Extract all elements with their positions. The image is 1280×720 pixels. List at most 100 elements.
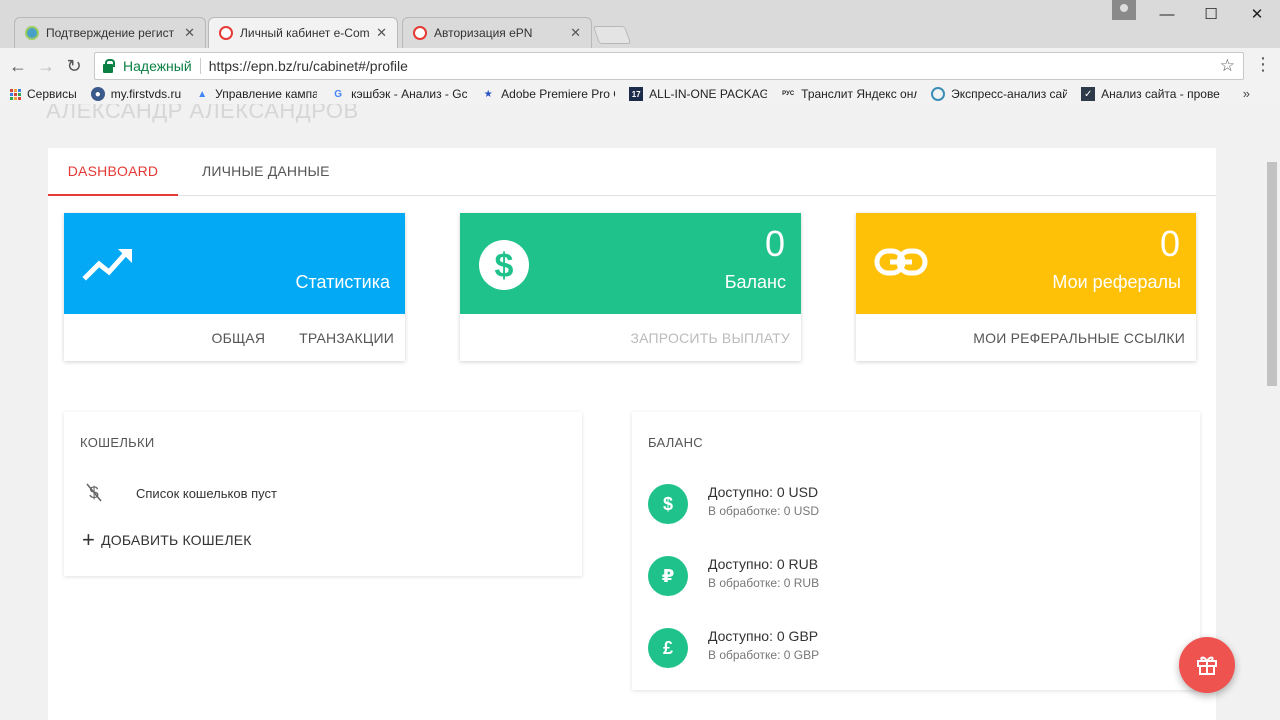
statistics-card: Статистика ОБЩАЯ ТРАНЗАКЦИИ <box>64 213 405 361</box>
balance-actions: ЗАПРОСИТЬ ВЫПЛАТУ <box>460 314 801 361</box>
dollar-icon: $ <box>648 484 688 524</box>
statistics-actions: ОБЩАЯ ТРАНЗАКЦИИ <box>64 314 405 361</box>
bookmark-label: Adobe Premiere Pro C <box>501 87 616 101</box>
minimize-button[interactable]: — <box>1144 4 1190 26</box>
user-name-heading: АЛЕКСАНДР АЛЕКСАНДРОВ <box>46 104 359 123</box>
balance-card: $ 0 Баланс ЗАПРОСИТЬ ВЫПЛАТУ <box>460 213 801 361</box>
statistics-header[interactable]: Статистика <box>64 213 405 314</box>
available-amount: Доступно: 0 USD <box>708 484 819 500</box>
trending-up-icon <box>82 249 132 281</box>
apps-icon <box>10 88 21 100</box>
no-money-icon: $ <box>86 483 102 502</box>
bookmark-firstvds[interactable]: ● my.firstvds.ru <box>90 87 182 101</box>
bookmark-label: ALL-IN-ONE PACKAGE <box>649 87 768 101</box>
secure-label: Надежный <box>123 58 192 74</box>
browser-toolbar: ← → ↻ Надежный https://epn.bz/ru/cabinet… <box>0 48 1280 84</box>
statistics-label: Статистика <box>295 272 390 292</box>
profile-tabs: DASHBOARD ЛИЧНЫЕ ДАННЫЕ <box>48 148 1216 196</box>
bookmarks-more-icon[interactable]: » <box>1243 86 1250 101</box>
dollar-circle-icon: $ <box>479 240 529 290</box>
ruble-icon: ₽ <box>648 556 688 596</box>
wallets-empty-text: Список кошельков пуст <box>136 486 277 501</box>
new-tab-button[interactable] <box>592 26 632 44</box>
pound-icon: £ <box>648 628 688 668</box>
google-icon: G <box>334 88 343 100</box>
plus-icon: + <box>82 527 96 552</box>
bookmark-adwords[interactable]: ▲ Управление кампани <box>195 87 317 101</box>
referrals-label: Мои рефералы <box>1052 272 1181 292</box>
add-wallet-button[interactable]: + ДОБАВИТЬ КОШЕЛЕК <box>82 527 252 552</box>
bookmark-label: Транслит Яндекс онл <box>801 87 918 101</box>
browser-menu-icon[interactable]: ⋮ <box>1254 54 1272 75</box>
browser-tab-confirm[interactable]: Подтверждение регист ✕ <box>14 17 206 48</box>
gift-button[interactable] <box>1179 637 1235 693</box>
tab-title: Личный кабинет e-Com <box>240 26 370 40</box>
balance-row-rub: ₽ Доступно: 0 RUB В обработке: 0 RUB <box>648 556 819 596</box>
analysis-icon <box>931 87 946 101</box>
bookmark-google[interactable]: G кэшбэк - Анализ - Gc <box>331 87 467 101</box>
balance-row-gbp: £ Доступно: 0 GBP В обработке: 0 GBP <box>648 628 819 668</box>
calendar-icon: 17 <box>629 87 644 101</box>
tab-close-icon[interactable]: ✕ <box>376 25 387 41</box>
referral-links-link[interactable]: МОИ РЕФЕРАЛЬНЫЕ ССЫЛКИ <box>973 330 1185 346</box>
close-window-button[interactable]: ✕ <box>1234 4 1280 26</box>
site-favicon-icon <box>25 26 39 40</box>
gift-icon <box>1197 656 1217 675</box>
tab-dashboard[interactable]: DASHBOARD <box>48 148 178 196</box>
profile-icon[interactable] <box>1112 0 1136 20</box>
bookmark-translit[interactable]: РУС Транслит Яндекс онл <box>781 87 917 101</box>
balance-value: 0 <box>764 223 785 264</box>
add-wallet-label: ДОБАВИТЬ КОШЕЛЕК <box>101 532 252 548</box>
bookmark-label: Анализ сайта - прове <box>1101 87 1220 101</box>
scrollbar-thumb[interactable] <box>1267 162 1277 386</box>
tab-close-icon[interactable]: ✕ <box>570 25 581 41</box>
request-payout-button[interactable]: ЗАПРОСИТЬ ВЫПЛАТУ <box>631 330 791 346</box>
balance-panel: БАЛАНС $ Доступно: 0 USD В обработке: 0 … <box>632 412 1200 690</box>
tab-personal-data[interactable]: ЛИЧНЫЕ ДАННЫЕ <box>202 148 330 196</box>
url-text: https://epn.bz/ru/cabinet#/profile <box>208 58 408 74</box>
referrals-actions: МОИ РЕФЕРАЛЬНЫЕ ССЫЛКИ <box>856 314 1196 361</box>
page-content: АЛЕКСАНДР АЛЕКСАНДРОВ DASHBOARD ЛИЧНЫЕ Д… <box>0 104 1264 720</box>
transactions-link[interactable]: ТРАНЗАКЦИИ <box>299 330 394 346</box>
referrals-header[interactable]: 0 Мои рефералы <box>856 213 1196 314</box>
tab-close-icon[interactable]: ✕ <box>184 25 195 41</box>
bookmark-express[interactable]: Экспресс-анализ сай <box>931 87 1067 101</box>
bookmark-apps[interactable]: Сервисы <box>10 87 77 101</box>
epn-favicon-icon <box>219 26 233 40</box>
separator <box>199 58 201 74</box>
bookmark-allinone[interactable]: 17 ALL-IN-ONE PACKAGE <box>629 87 767 101</box>
bookmark-premiere[interactable]: ★ Adobe Premiere Pro C <box>481 87 615 101</box>
page-scrollbar[interactable] <box>1264 104 1280 720</box>
pending-amount: В обработке: 0 USD <box>708 504 820 518</box>
dashboard-card: DASHBOARD ЛИЧНЫЕ ДАННЫЕ Статистика ОБЩАЯ… <box>48 148 1216 720</box>
bookmark-label: my.firstvds.ru <box>110 87 182 101</box>
balance-row-usd: $ Доступно: 0 USD В обработке: 0 USD <box>648 484 819 524</box>
bookmark-label: Управление кампани <box>215 87 318 101</box>
translit-icon: РУС <box>782 91 795 97</box>
balance-panel-title: БАЛАНС <box>648 435 703 450</box>
bookmark-star-icon[interactable]: ☆ <box>1220 56 1235 76</box>
premiere-icon: ★ <box>483 88 493 100</box>
tab-title: Авторизация ePN <box>434 26 533 40</box>
general-stats-link[interactable]: ОБЩАЯ <box>212 330 266 346</box>
balance-header[interactable]: $ 0 Баланс <box>460 213 801 314</box>
bookmark-analysis[interactable]: ✓ Анализ сайта - прове <box>1081 87 1221 101</box>
referrals-value: 0 <box>1159 223 1180 264</box>
browser-tab-auth[interactable]: Авторизация ePN ✕ <box>402 17 592 48</box>
available-amount: Доступно: 0 GBP <box>708 628 819 644</box>
reload-icon[interactable]: ↻ <box>62 54 86 78</box>
link-icon <box>874 248 928 276</box>
tab-title: Подтверждение регист <box>46 26 175 40</box>
maximize-button[interactable]: ☐ <box>1188 4 1234 26</box>
available-amount: Доступно: 0 RUB <box>708 556 819 572</box>
forward-arrow-icon[interactable]: → <box>34 54 58 78</box>
wallets-panel: КОШЕЛЬКИ $ Список кошельков пуст + ДОБАВ… <box>64 412 582 576</box>
adwords-icon: ▲ <box>197 88 208 100</box>
address-bar[interactable]: Надежный https://epn.bz/ru/cabinet#/prof… <box>94 52 1244 80</box>
browser-tab-strip: Подтверждение регист ✕ Личный кабинет e-… <box>0 0 1280 48</box>
browser-tab-cabinet[interactable]: Личный кабинет e-Com ✕ <box>208 17 398 48</box>
svg-text:$: $ <box>495 247 514 285</box>
pending-amount: В обработке: 0 RUB <box>708 576 820 590</box>
balance-label: Баланс <box>724 272 786 292</box>
back-arrow-icon[interactable]: ← <box>6 54 30 78</box>
